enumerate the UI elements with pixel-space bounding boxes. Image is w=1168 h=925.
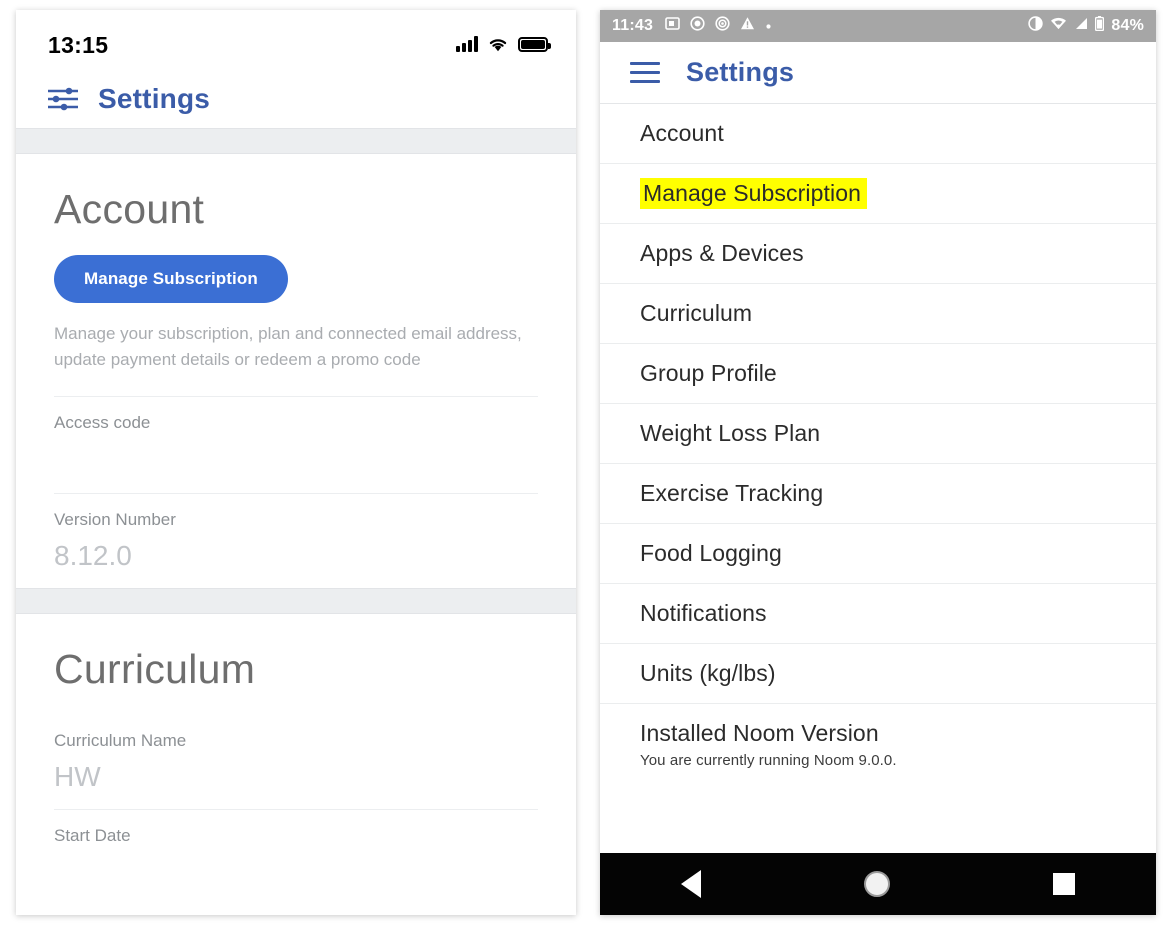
list-item-label: Weight Loss Plan — [640, 420, 821, 446]
location-circle-icon — [715, 16, 730, 36]
list-item-installed-noom-version[interactable]: Installed Noom Version You are currently… — [600, 704, 1156, 787]
list-item-label: Curriculum — [640, 300, 753, 326]
recents-square-icon[interactable] — [1052, 873, 1075, 895]
ios-field-label: Curriculum Name — [54, 730, 187, 750]
cellular-signal-icon — [1074, 17, 1088, 35]
ios-settings-screenshot: 13:15 Settings Account Manage Subscripti… — [16, 10, 576, 915]
ios-field-label: Access code — [54, 412, 151, 432]
android-status-time: 11:43 — [612, 17, 654, 34]
list-item-weight-loss-plan[interactable]: Weight Loss Plan — [600, 404, 1156, 464]
list-item-food-logging[interactable]: Food Logging — [600, 524, 1156, 584]
list-item-label-highlighted: Manage Subscription — [640, 178, 867, 209]
android-notification-icons — [665, 16, 1028, 36]
list-item-manage-subscription[interactable]: Manage Subscription — [600, 164, 1156, 224]
list-item-group-profile[interactable]: Group Profile — [600, 344, 1156, 404]
cellular-signal-icon — [456, 36, 478, 52]
list-item-label: Account — [640, 120, 724, 146]
list-item-label: Installed Noom Version — [640, 720, 879, 746]
ios-status-bar: 13:15 — [16, 10, 576, 70]
list-item-units[interactable]: Units (kg/lbs) — [600, 644, 1156, 704]
android-system-icons: 84% — [1028, 16, 1144, 36]
wifi-icon — [487, 36, 509, 52]
ios-curriculum-heading: Curriculum — [54, 645, 256, 692]
list-item-label: Food Logging — [640, 540, 782, 566]
ios-account-heading: Account — [54, 186, 205, 232]
battery-icon — [518, 37, 551, 52]
ios-section-separator — [16, 587, 576, 614]
ios-field-access-code[interactable]: Access code — [54, 395, 538, 493]
list-item-label: Group Profile — [640, 360, 777, 386]
ios-field-label: Start Date — [54, 825, 131, 845]
sliders-settings-icon — [46, 85, 80, 113]
ios-header: Settings — [16, 70, 576, 128]
manage-subscription-button[interactable]: Manage Subscription — [54, 255, 288, 303]
ios-field-value-empty — [54, 433, 538, 477]
list-item-notifications[interactable]: Notifications — [600, 584, 1156, 644]
screenshot-icon — [665, 16, 680, 36]
android-settings-list: Account Manage Subscription Apps & Devic… — [600, 104, 1156, 787]
ios-account-section: Account Manage Subscription Manage your … — [16, 154, 576, 588]
ios-field-label: Version Number — [54, 509, 176, 529]
ios-account-description: Manage your subscription, plan and conne… — [54, 324, 522, 370]
screenshot-root: 13:15 Settings Account Manage Subscripti… — [0, 0, 1168, 925]
list-item-label: Exercise Tracking — [640, 480, 824, 506]
ios-field-curriculum-name[interactable]: Curriculum Name HW — [54, 715, 538, 809]
android-navigation-bar — [600, 853, 1156, 915]
ios-status-time: 13:15 — [48, 32, 109, 58]
ios-page-title: Settings — [98, 83, 211, 114]
ios-status-icon-group — [456, 36, 551, 52]
sync-circle-icon — [690, 16, 705, 36]
ios-field-value: 8.12.0 — [54, 539, 132, 571]
list-item-curriculum[interactable]: Curriculum — [600, 284, 1156, 344]
android-battery-percent: 84% — [1111, 17, 1144, 34]
list-item-account[interactable]: Account — [600, 104, 1156, 164]
wifi-icon — [1050, 17, 1067, 35]
android-status-bar: 11:43 84% — [600, 10, 1156, 42]
ios-curriculum-section: Curriculum Curriculum Name HW Start Date — [16, 613, 576, 862]
home-circle-icon[interactable] — [863, 871, 890, 897]
android-page-title: Settings — [686, 57, 795, 87]
ios-section-separator — [16, 128, 576, 154]
list-item-exercise-tracking[interactable]: Exercise Tracking — [600, 464, 1156, 524]
list-item-sublabel: You are currently running Noom 9.0.0. — [640, 752, 897, 769]
ios-field-version-number: Version Number 8.12.0 — [54, 492, 538, 588]
ios-field-start-date[interactable]: Start Date — [54, 808, 538, 862]
list-item-apps-devices[interactable]: Apps & Devices — [600, 224, 1156, 284]
list-item-label: Apps & Devices — [640, 240, 804, 266]
android-header: Settings — [600, 42, 1156, 104]
hamburger-menu-icon[interactable] — [630, 61, 660, 84]
warning-triangle-icon — [740, 16, 755, 36]
list-item-label: Units (kg/lbs) — [640, 660, 776, 686]
ios-field-value: HW — [54, 760, 101, 792]
battery-icon — [1095, 16, 1105, 36]
android-settings-screenshot: 11:43 84% Settings Account Manage Subscr… — [600, 10, 1156, 915]
dot-icon — [765, 17, 772, 35]
list-item-label: Notifications — [640, 600, 767, 626]
back-triangle-icon[interactable] — [681, 870, 702, 898]
do-not-disturb-icon — [1028, 16, 1044, 36]
